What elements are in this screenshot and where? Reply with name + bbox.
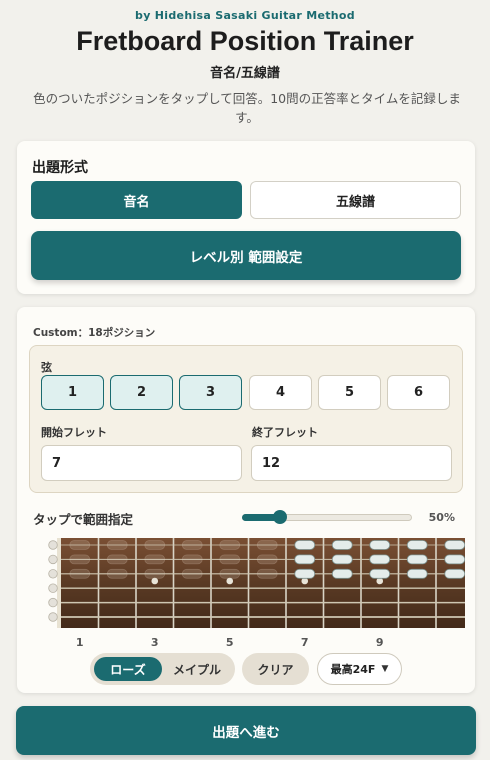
open-string-marker <box>48 554 58 565</box>
fret-number-label: 5 <box>226 636 234 649</box>
position-marker <box>69 568 91 579</box>
page-subtitle: 音名/五線譜 <box>210 66 280 81</box>
open-string-marker <box>48 612 58 622</box>
fretboard[interactable]: 1357912 <box>47 536 465 656</box>
position-marker-selected <box>406 568 428 579</box>
position-marker <box>106 540 128 550</box>
position-marker-selected <box>406 540 428 550</box>
maple-option[interactable]: メイプル <box>164 657 230 681</box>
format-card: 出題形式 音名 五線譜 レベル別 範囲設定 <box>17 141 475 294</box>
position-marker <box>144 568 166 579</box>
position-marker-selected <box>444 540 465 550</box>
string-3-button[interactable]: 3 <box>179 375 242 410</box>
string-2-button[interactable]: 2 <box>110 375 173 410</box>
string-4-button[interactable]: 4 <box>249 375 312 410</box>
end-fret-input[interactable]: 12 <box>251 445 452 481</box>
position-marker <box>219 568 241 579</box>
position-marker <box>256 540 278 550</box>
position-marker-selected <box>294 540 316 550</box>
position-marker-selected <box>444 568 465 579</box>
position-marker-selected <box>369 540 391 550</box>
strings-label: 弦 <box>41 361 52 374</box>
start-fret-label: 開始フレット <box>41 426 107 439</box>
tap-range-label: タップで範囲指定 <box>33 512 134 527</box>
instructions: 色のついたポジションをタップして回答。10問の正答率とタイムを記録します。 <box>33 91 461 125</box>
position-marker-selected <box>406 554 428 565</box>
staff-button[interactable]: 五線譜 <box>250 181 461 219</box>
position-marker <box>219 540 241 550</box>
position-marker-selected <box>331 540 353 550</box>
note-name-button[interactable]: 音名 <box>31 181 242 219</box>
open-string-marker <box>48 540 58 550</box>
open-string-marker <box>48 583 58 593</box>
range-slider[interactable] <box>242 510 412 524</box>
open-string-marker <box>48 597 58 608</box>
brand-text: by Hidehisa Sasaki Guitar Method <box>135 9 355 22</box>
max-fret-select[interactable]: 最高24F ▼ <box>317 653 402 685</box>
fret-number-label: 7 <box>301 636 309 649</box>
position-marker <box>106 568 128 579</box>
rosewood-option[interactable]: ローズ <box>94 657 162 681</box>
range-settings-panel: 弦 1 2 3 4 5 6 開始フレット 終了フレット 7 12 <box>29 345 463 493</box>
position-marker-selected <box>369 568 391 579</box>
position-marker-selected <box>369 554 391 565</box>
fret-number-label: 1 <box>76 636 84 649</box>
proceed-button[interactable]: 出題へ進む <box>16 706 476 755</box>
level-range-button[interactable]: レベル別 範囲設定 <box>31 231 461 280</box>
position-marker-selected <box>331 554 353 565</box>
position-marker <box>69 540 91 550</box>
wood-toggle: ローズ メイプル <box>90 653 235 685</box>
position-marker <box>144 540 166 550</box>
position-marker <box>181 568 203 579</box>
page-title: Fretboard Position Trainer <box>76 26 414 56</box>
position-marker <box>256 568 278 579</box>
slider-percent: 50% <box>428 511 455 524</box>
position-marker-selected <box>294 554 316 565</box>
chevron-down-icon: ▼ <box>381 664 389 674</box>
max-fret-value: 最高24F <box>330 663 376 676</box>
position-marker-selected <box>444 554 465 565</box>
string-6-button[interactable]: 6 <box>387 375 450 410</box>
position-marker-selected <box>294 568 316 579</box>
fret-number-label: 3 <box>151 636 159 649</box>
format-label: 出題形式 <box>32 160 88 176</box>
end-fret-label: 終了フレット <box>252 426 318 439</box>
position-marker <box>69 554 91 565</box>
position-marker <box>219 554 241 565</box>
fret-number-label: 9 <box>376 636 384 649</box>
position-marker <box>181 540 203 550</box>
position-marker-selected <box>331 568 353 579</box>
start-fret-input[interactable]: 7 <box>41 445 242 481</box>
string-5-button[interactable]: 5 <box>318 375 381 410</box>
custom-position-count: Custom：18ポジション <box>33 327 156 339</box>
range-card: Custom：18ポジション 弦 1 2 3 4 5 6 開始フレット 終了フレ… <box>17 307 475 693</box>
position-marker <box>106 554 128 565</box>
position-marker <box>144 554 166 565</box>
position-marker <box>256 554 278 565</box>
slider-handle[interactable] <box>273 510 287 524</box>
nut <box>57 538 61 628</box>
string-1-button[interactable]: 1 <box>41 375 104 410</box>
position-marker <box>181 554 203 565</box>
clear-button[interactable]: クリア <box>242 653 309 685</box>
open-string-marker <box>48 569 58 579</box>
fretboard-wood <box>61 538 465 628</box>
